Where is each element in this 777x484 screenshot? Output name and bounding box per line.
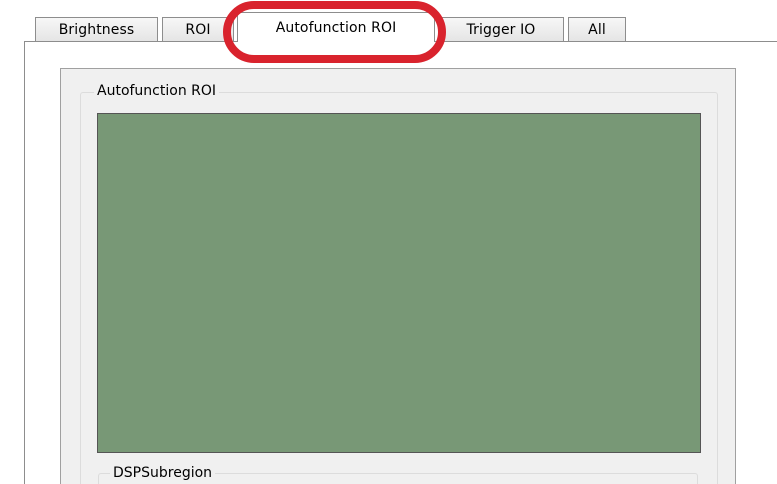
tab-roi[interactable]: ROI [162, 17, 234, 42]
tab-brightness[interactable]: Brightness [35, 17, 158, 42]
tab-all[interactable]: All [568, 17, 626, 42]
roi-canvas[interactable] [97, 113, 701, 453]
dsp-subregion-label: DSPSubregion [110, 464, 216, 482]
tab-trigger-io[interactable]: Trigger IO [438, 17, 564, 42]
tab-autofunction-roi[interactable]: Autofunction ROI [237, 12, 435, 42]
autofunction-roi-dialog: Brightness ROI Autofunction ROI Trigger … [0, 0, 777, 484]
autofunction-roi-groupbox-label: Autofunction ROI [94, 82, 220, 100]
